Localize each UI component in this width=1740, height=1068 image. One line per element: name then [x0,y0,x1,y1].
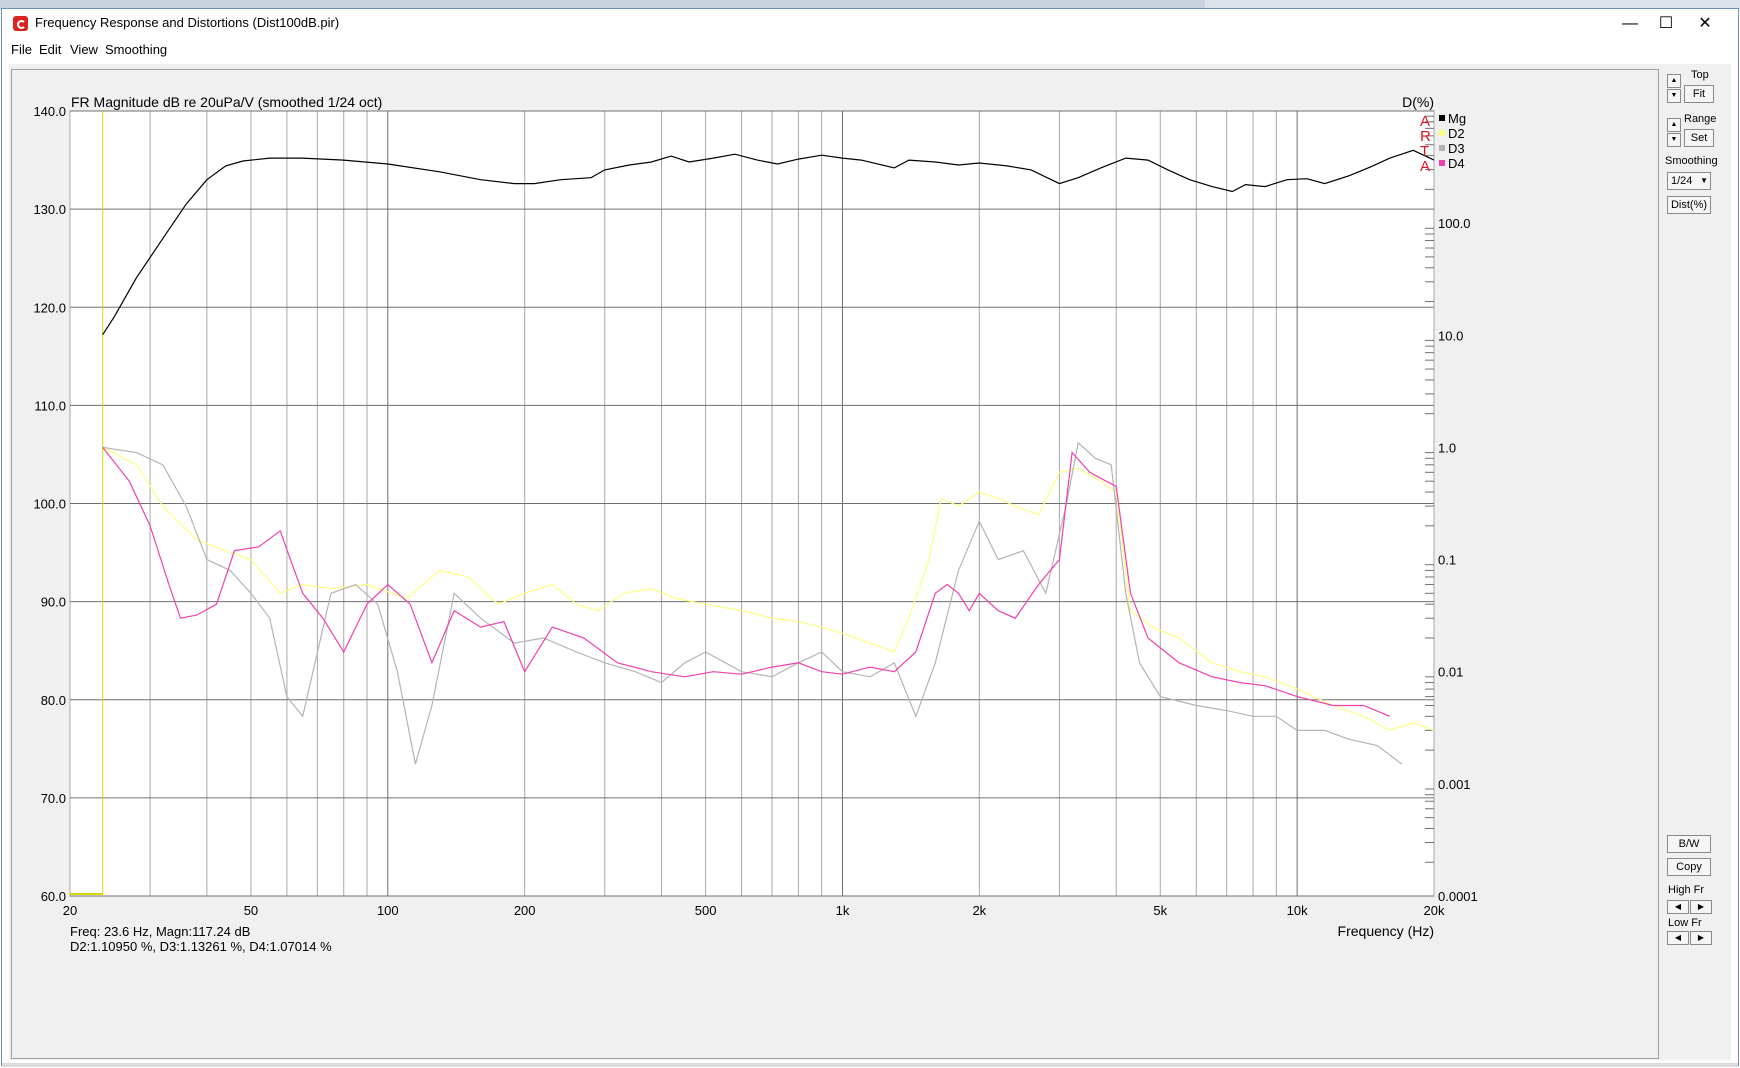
bw-button[interactable]: B/W [1667,835,1711,853]
legend-swatch-d3 [1439,145,1445,151]
top-up-icon[interactable]: ▲ [1667,74,1681,88]
y-tick-label: 120.0 [33,300,66,315]
range-down-icon[interactable]: ▼ [1667,133,1681,147]
high-fr-label: High Fr [1668,884,1705,896]
y-tick-label: 110.0 [34,398,66,413]
title-bar: Frequency Response and Distortions (Dist… [2,9,1738,39]
y2-tick-label: 0.001 [1438,777,1471,792]
set-button[interactable]: Set [1684,129,1714,147]
status-distortion-readout: D2:1.10950 %, D3:1.13261 %, D4:1.07014 % [70,939,332,954]
legend-swatch-mg [1439,115,1445,121]
range-spinner[interactable]: ▲ ▼ [1667,118,1681,148]
y2-tick-label: 0.01 [1438,665,1463,680]
range-up-icon[interactable]: ▲ [1667,118,1681,132]
top-label: Top [1691,69,1709,81]
menu-bar: File Edit View Smoothing [2,39,1738,61]
app-logo-icon [13,16,28,31]
chevron-down-icon: ▼ [1700,176,1708,185]
app-window: Frequency Response and Distortions (Dist… [1,8,1739,1067]
arta-letter: A [1420,158,1430,175]
y-tick-label: 60.0 [41,889,66,904]
arta-watermark: ARTA [1420,113,1431,175]
legend-label-d2: D2 [1448,126,1465,141]
y-tick-label: 80.0 [41,693,66,708]
status-bar [2,1063,1738,1067]
legend-swatch-d2 [1439,130,1445,136]
low-fr-right-icon[interactable]: ▶ [1690,931,1712,945]
side-panel: Top ▲ ▼ Fit Range ▲ ▼ Set Smoothing 1/24 ▼ … [1664,69,1731,1059]
y2-tick-label: 0.1 [1438,553,1456,568]
fit-button[interactable]: Fit [1684,85,1714,103]
copy-button[interactable]: Copy [1667,858,1711,876]
smoothing-select[interactable]: 1/24 ▼ [1667,172,1711,190]
x-tick-label: 50 [244,903,258,918]
chart-title: FR Magnitude dB re 20uPa/V (smoothed 1/2… [71,94,382,110]
range-label: Range [1684,113,1717,125]
x-tick-label: 100 [377,903,399,918]
y-tick-label: 140.0 [33,104,66,119]
plot-panel[interactable]: 60.0 70.0 80.0 90.0 100.0 110.0 120.0 130.0 140.… [11,69,1659,1059]
right-axis-title: D(%) [1402,94,1434,110]
close-button[interactable]: ✕ [1682,9,1728,39]
grid [69,110,1435,897]
window-title: Frequency Response and Distortions (Dist… [35,15,340,30]
y2-tick-label: 100.0 [1438,216,1471,231]
x-tick-label: 500 [695,903,717,918]
y2-tick-label: 0.0001 [1438,889,1478,904]
low-fr-label: Low Fr [1668,917,1702,929]
menu-view[interactable]: View [70,42,98,57]
legend-label-mg: Mg [1448,111,1466,126]
smoothing-label: Smoothing [1665,155,1718,167]
legend: MgD2D3D4 [1439,111,1466,171]
menu-smoothing[interactable]: Smoothing [105,42,167,57]
top-down-icon[interactable]: ▼ [1667,89,1681,103]
y-tick-label: 100.0 [33,497,66,512]
dist-percent-button[interactable]: Dist(%) [1667,196,1711,214]
x-tick-label: 1k [836,903,850,918]
high-fr-right-icon[interactable]: ▶ [1690,900,1712,914]
y2-tick-label: 10.0 [1438,328,1463,343]
x-tick-label: 2k [972,903,986,918]
x-tick-label: 20 [63,903,77,918]
y-tick-label: 130.0 [33,202,66,217]
high-fr-left-icon[interactable]: ◀ [1667,900,1689,914]
x-tick-label: 20k [1424,903,1445,918]
menu-edit[interactable]: Edit [39,42,61,57]
menu-file[interactable]: File [11,42,32,57]
y2-tick-label: 1.0 [1438,440,1456,455]
y-tick-label: 90.0 [41,595,66,610]
x-tick-label: 10k [1287,903,1308,918]
smoothing-value: 1/24 [1671,175,1693,187]
client-area: 60.0 70.0 80.0 90.0 100.0 110.0 120.0 130.0 140.… [9,64,1731,1060]
x-tick-label: 5k [1153,903,1167,918]
legend-label-d4: D4 [1448,156,1465,171]
chart: 60.0 70.0 80.0 90.0 100.0 110.0 120.0 130.0 140.… [33,94,1478,954]
legend-label-d3: D3 [1448,141,1465,156]
y-tick-label: 70.0 [41,791,66,806]
x-axis-title: Frequency (Hz) [1338,923,1434,939]
x-tick-label: 200 [514,903,536,918]
legend-swatch-d4 [1439,160,1445,166]
status-cursor-readout: Freq: 23.6 Hz, Magn:117.24 dB [70,924,250,939]
top-spinner[interactable]: ▲ ▼ [1667,74,1681,104]
low-fr-left-icon[interactable]: ◀ [1667,931,1689,945]
